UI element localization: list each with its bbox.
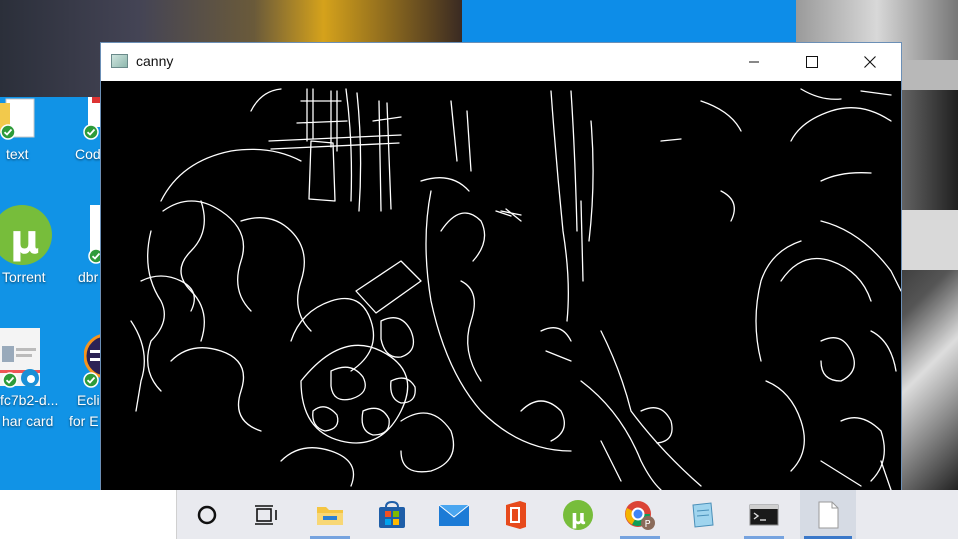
minimize-button[interactable] [725, 43, 783, 81]
sync-check-icon [0, 124, 16, 140]
utorrent-icon: µ [0, 205, 52, 265]
taskbar-cortana[interactable] [183, 490, 231, 539]
svg-text:P: P [645, 519, 651, 530]
svg-text:µ: µ [10, 217, 39, 263]
notepad-icon [692, 501, 714, 528]
edge-map [130, 88, 901, 490]
maximize-icon [806, 56, 818, 68]
cortana-circle-icon [197, 505, 217, 524]
desktop-icon-label: Ecli [77, 392, 100, 408]
close-icon [864, 56, 876, 68]
chrome-icon: P [625, 500, 655, 530]
app-icon [111, 54, 128, 68]
desktop-icon-label: fc7b2-d... [0, 392, 59, 408]
taskbar-terminal[interactable] [740, 490, 788, 539]
desktop-icon-label: Cod [75, 146, 101, 162]
terminal-icon [749, 504, 779, 525]
desktop-icon-label: dbr [78, 269, 99, 285]
desktop-icon-label: text [6, 146, 29, 162]
taskbar-blank-document[interactable] [800, 490, 856, 539]
background-window-blue [462, 0, 796, 43]
utorrent-icon: µ [563, 499, 593, 530]
edge-icon [21, 369, 39, 387]
desktop-icon-label-line2: for E [69, 413, 99, 429]
close-button[interactable] [841, 43, 899, 81]
taskbar-file-explorer[interactable] [306, 490, 354, 539]
folder-icon [317, 506, 343, 525]
sync-check-icon [83, 372, 99, 388]
desktop-icon-label: Torrent [2, 269, 46, 285]
taskbar-store[interactable] [368, 490, 416, 539]
title-bar[interactable]: canny [101, 43, 901, 81]
taskbar-utorrent[interactable]: µ [554, 490, 602, 539]
sync-check-icon [83, 124, 99, 140]
maximize-button[interactable] [783, 43, 841, 81]
window-title: canny [136, 53, 174, 69]
document-icon [818, 501, 839, 528]
taskbar-mail[interactable] [430, 490, 478, 539]
mail-icon [438, 504, 470, 526]
taskbar: µ P [0, 490, 958, 539]
taskbar-notepad[interactable] [678, 490, 726, 539]
desktop-icon-label-line2: har card [2, 413, 54, 429]
canny-edge-image [101, 81, 901, 490]
svg-text:µ: µ [571, 505, 586, 529]
taskbar-search-box[interactable] [0, 490, 177, 539]
canny-window[interactable]: canny [101, 43, 901, 490]
taskbar-chrome[interactable]: P [616, 490, 664, 539]
minimize-icon [749, 61, 759, 63]
sync-check-icon [2, 372, 18, 388]
task-view-icon [255, 504, 277, 525]
taskbar-task-view[interactable] [242, 490, 290, 539]
store-icon [379, 500, 405, 528]
office-icon [506, 500, 526, 529]
taskbar-office[interactable] [492, 490, 540, 539]
